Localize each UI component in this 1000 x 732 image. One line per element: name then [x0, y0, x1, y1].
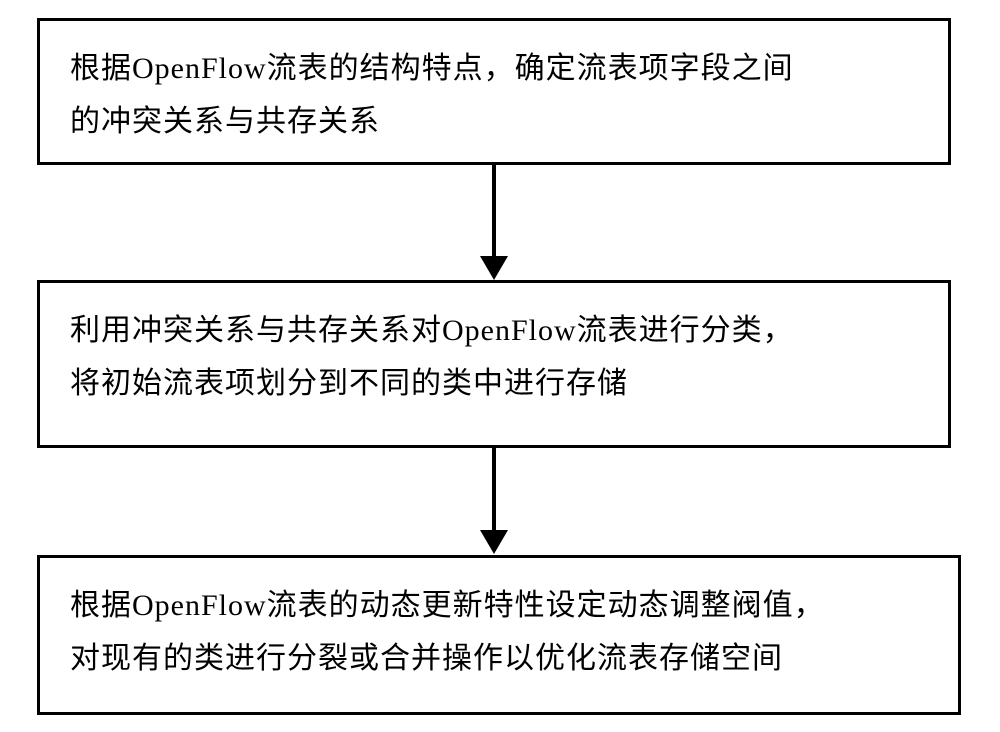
- step-3-text-line-1: 根据OpenFlow流表的动态更新特性设定动态调整阀值，: [70, 580, 928, 633]
- step-3-box: 根据OpenFlow流表的动态更新特性设定动态调整阀值， 对现有的类进行分裂或合…: [37, 555, 961, 715]
- step-2-text-line-1: 利用冲突关系与共存关系对OpenFlow流表进行分类，: [70, 305, 918, 358]
- step-2-text-line-2: 将初始流表项划分到不同的类中进行存储: [70, 358, 918, 411]
- step-1-text-line-1: 根据OpenFlow流表的结构特点，确定流表项字段之间: [70, 43, 918, 96]
- step-2-box: 利用冲突关系与共存关系对OpenFlow流表进行分类， 将初始流表项划分到不同的…: [37, 280, 951, 448]
- arrow-2-head-icon: [480, 530, 508, 554]
- step-3-text-line-2: 对现有的类进行分裂或合并操作以优化流表存储空间: [70, 633, 928, 686]
- step-1-text-line-2: 的冲突关系与共存关系: [70, 96, 918, 149]
- arrow-1-head-icon: [480, 256, 508, 280]
- arrow-1-shaft: [492, 165, 496, 257]
- step-1-box: 根据OpenFlow流表的结构特点，确定流表项字段之间 的冲突关系与共存关系: [37, 18, 951, 165]
- arrow-2-shaft: [492, 448, 496, 531]
- flowchart-container: 根据OpenFlow流表的结构特点，确定流表项字段之间 的冲突关系与共存关系 利…: [0, 0, 1000, 732]
